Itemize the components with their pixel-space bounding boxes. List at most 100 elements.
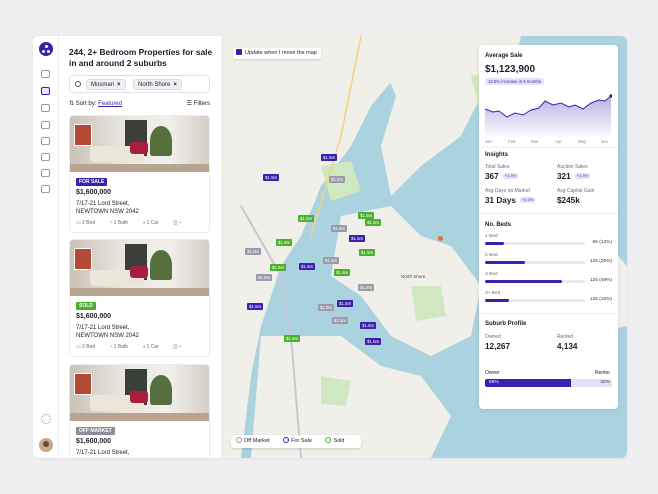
bed-row-label: 3 Bed [485, 272, 498, 277]
property-photo [70, 116, 209, 172]
total-sales-label: Total Sales [485, 164, 510, 170]
car-icon: ◑ 1 Car [142, 344, 159, 350]
map-marker-for-sale[interactable]: $1.5m [360, 322, 377, 329]
sort-value[interactable]: Featured [98, 101, 122, 107]
people-icon[interactable] [41, 104, 50, 112]
avg-days-value: 31 Days +2.3% [485, 196, 536, 205]
bed-row-label: 3+ Bed [485, 291, 501, 296]
bed-row-value: 125 (15%) [589, 297, 612, 302]
status-badge: SOLD [76, 302, 96, 310]
map-marker-sold[interactable]: $1.5m [358, 212, 375, 219]
listing-card[interactable]: OFF MARKET $1,600,000 7/17-21 Lord Stree… [69, 364, 210, 458]
listing-price: $1,600,000 [76, 313, 112, 320]
rented-label: Rented [557, 334, 574, 340]
document-icon[interactable] [41, 169, 50, 177]
bed-row-fill [485, 280, 562, 283]
suburb-chip-north-shore[interactable]: North Shore × [133, 79, 182, 90]
capital-gain-label: Avg Capital Gain [557, 188, 595, 194]
filters-button[interactable]: ☰ Filters [187, 100, 210, 107]
stats-panel: Average Sale $1,123,900 12.5% increase i… [479, 45, 618, 409]
bed-row-bar [485, 261, 585, 264]
map-marker-sold[interactable]: $1.5m [284, 335, 301, 342]
listing-features: ▭ 2 Bed ◔ 1 Bath ◑ 1 Car ◫ – [76, 220, 196, 226]
mail-icon[interactable] [41, 137, 50, 145]
map-marker-off-market[interactable]: $1.5m [323, 257, 340, 264]
map-marker-off-market[interactable]: $1.5m [329, 176, 346, 183]
page-title: 244, 2+ Bedroom Properties for sale in a… [69, 47, 213, 68]
map-marker-sold[interactable]: $1.5m [334, 269, 351, 276]
bed-row-bar [485, 299, 585, 302]
bed-row-value: 65 (12%) [592, 240, 612, 245]
map-legend: Off Market For Sale Sold [231, 435, 362, 448]
location-pin-icon[interactable] [438, 236, 443, 241]
map-marker-for-sale[interactable]: $1.5m [247, 303, 264, 310]
logo-icon[interactable] [39, 42, 53, 56]
map-marker-off-market[interactable]: $1.5m [256, 274, 273, 281]
car-icon: ◑ 1 Car [142, 220, 159, 226]
bed-row-fill [485, 299, 509, 302]
map-marker-sold[interactable]: $1.5m [270, 264, 287, 271]
listing-address: 7/17-21 Lord Street, [76, 450, 130, 456]
bed-row-value: 125 (25%) [589, 259, 612, 264]
month-label: Mar [531, 139, 539, 144]
search-icon [75, 81, 81, 87]
map-marker-sold[interactable]: $1.5m [298, 215, 315, 222]
renter-label: Renter [595, 370, 611, 376]
checkbox-checked-icon [236, 49, 242, 55]
bath-icon: ◔ 1 Bath [109, 344, 129, 350]
owner-label: Owner [485, 370, 500, 376]
map-marker-for-sale[interactable]: $1.5m [263, 174, 280, 181]
app-window: 244, 2+ Bedroom Properties for sale in a… [33, 36, 627, 458]
map-marker-for-sale[interactable]: $1.5m [321, 154, 338, 161]
map-marker-for-sale[interactable]: $1.5m [299, 263, 316, 270]
map-marker-off-market[interactable]: $1.5m [318, 304, 335, 311]
calendar-icon[interactable] [41, 153, 50, 161]
bed-row-bar [485, 242, 585, 245]
avatar[interactable] [39, 438, 53, 452]
bed-row-label: 1 Bed [485, 234, 498, 239]
listing-address: 7/17-21 Lord Street, NEWTOWN NSW 2042 [76, 325, 139, 339]
owned-value: 12,267 [485, 342, 511, 351]
map-marker-sold[interactable]: $1.5m [359, 249, 376, 256]
reports-icon[interactable] [41, 185, 50, 193]
average-sale-value: $1,123,900 [485, 64, 536, 75]
suburb-profile-heading: Suburb Profile [485, 321, 527, 327]
sort-control[interactable]: ⇅ Sort by: Featured [69, 100, 122, 107]
map-marker-sold[interactable]: $1.5m [276, 239, 293, 246]
sort-prefix: Sort by: [75, 101, 97, 107]
land-icon: ◫ – [172, 220, 182, 226]
home-icon[interactable] [41, 121, 50, 129]
legend-sold[interactable]: Sold [325, 437, 350, 444]
map-marker-sold[interactable]: $1.5m [365, 219, 382, 226]
sort-row: ⇅ Sort by: Featured ☰ Filters [69, 100, 210, 110]
map-marker-for-sale[interactable]: $1.5m [349, 235, 366, 242]
listing-card[interactable]: SOLD $1,600,000 7/17-21 Lord Street, NEWT… [69, 239, 210, 357]
gear-icon[interactable] [41, 414, 51, 424]
map-marker-off-market[interactable]: $1.5m [358, 284, 375, 291]
map-marker-for-sale[interactable]: $1.5m [365, 338, 382, 345]
update-on-move-checkbox[interactable]: Update when I move the map [233, 48, 321, 59]
map-icon[interactable] [41, 87, 50, 95]
average-sale-chart [485, 94, 612, 137]
bed-row-label: 2 Bed [485, 253, 498, 258]
property-photo [70, 365, 209, 421]
suburb-chip-mosman[interactable]: Mosman × [86, 79, 126, 90]
bed-icon: ▭ 2 Bed [76, 220, 96, 226]
map-place-label: North Shore [401, 274, 426, 279]
map-marker-for-sale[interactable]: $1.5m [337, 300, 354, 307]
legend-for-sale[interactable]: For Sale [283, 437, 318, 444]
remove-chip-icon[interactable]: × [173, 82, 177, 88]
remove-chip-icon[interactable]: × [117, 82, 121, 88]
map-marker-off-market[interactable]: $1.5m [332, 317, 349, 324]
listing-card[interactable]: FOR SALE $1,600,000 7/17-21 Lord Street,… [69, 115, 210, 233]
dashboard-icon[interactable] [41, 70, 50, 78]
insights-heading: Insights [485, 152, 509, 158]
average-sale-change: 12.5% increase in 6 months [485, 78, 545, 85]
search-input[interactable]: Mosman × North Shore × [69, 75, 210, 93]
map-marker-off-market[interactable]: $1.5m [331, 225, 348, 232]
legend-off-market[interactable]: Off Market [236, 437, 276, 444]
map-marker-off-market[interactable]: $1.5m [245, 248, 262, 255]
bath-icon: ◔ 1 Bath [109, 220, 129, 226]
land-icon: ◫ – [172, 344, 182, 350]
month-label: Jun [601, 139, 608, 144]
